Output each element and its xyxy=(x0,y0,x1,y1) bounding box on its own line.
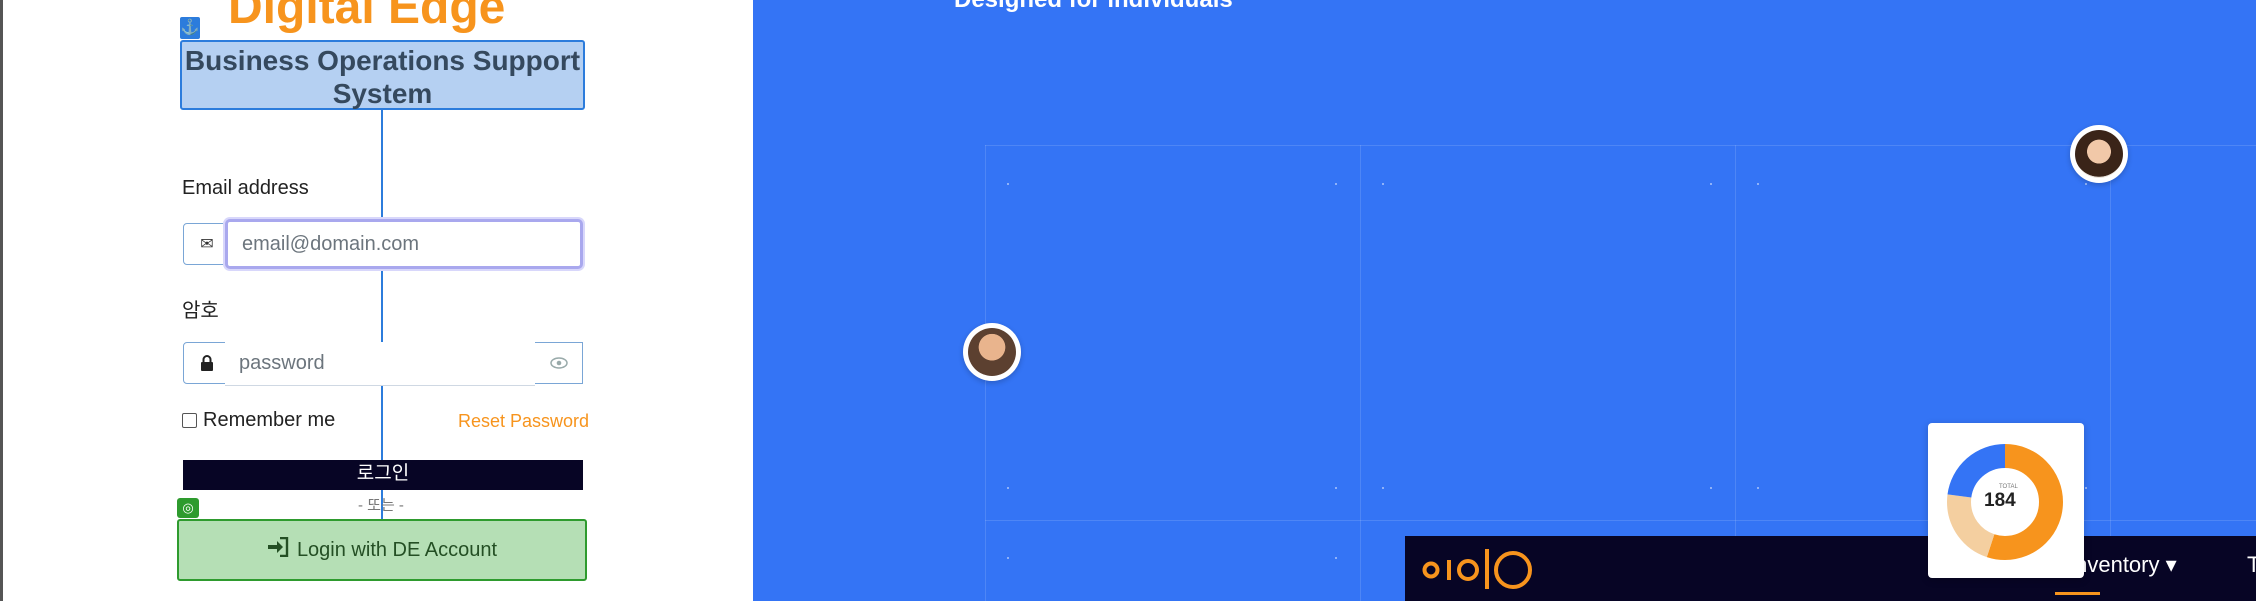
remember-me[interactable]: Remember me xyxy=(182,409,335,432)
password-placeholder: password xyxy=(239,352,325,374)
brand-title: Digital Edge xyxy=(228,0,506,34)
email-field[interactable]: email@domain.com xyxy=(225,219,583,269)
avatar xyxy=(963,323,1021,381)
nav-active-indicator xyxy=(2055,592,2100,595)
page-subtitle: Business Operations Support System xyxy=(180,40,585,110)
app-logo xyxy=(1405,544,1540,599)
de-account-login-button[interactable]: Login with DE Account xyxy=(177,519,587,581)
lock-icon xyxy=(183,342,231,384)
app-nav-bar: Inventory ▾ Ticket xyxy=(1405,536,2256,601)
reset-password-link[interactable]: Reset Password xyxy=(458,411,589,432)
login-button[interactable]: 로그인 xyxy=(183,460,583,490)
email-label: Email address xyxy=(182,177,309,199)
hero-panel: Designed for individuals xyxy=(753,0,2256,601)
eye-icon[interactable] xyxy=(535,342,583,384)
connector-line xyxy=(381,110,383,520)
nav-item-ticket[interactable]: Ticket xyxy=(2247,552,2256,578)
remember-checkbox[interactable] xyxy=(182,413,197,428)
login-panel: Digital Edge ⚓ Business Operations Suppo… xyxy=(0,0,753,601)
anchor-icon: ⚓ xyxy=(180,17,200,39)
target-icon: ◎ xyxy=(177,498,199,518)
remember-label: Remember me xyxy=(203,409,336,431)
or-divider: - 또는 - xyxy=(358,497,404,514)
donut-total-value: 184 xyxy=(1984,490,2016,511)
email-placeholder: email@domain.com xyxy=(242,232,420,255)
hero-tagline: Designed for individuals xyxy=(954,0,1233,14)
nav-item-inventory[interactable]: Inventory ▾ xyxy=(2069,552,2177,578)
envelope-icon: ✉ xyxy=(183,223,231,265)
donut-card: TOTAL 184 xyxy=(1928,423,2084,578)
password-field[interactable]: password xyxy=(225,342,535,386)
de-button-label: Login with DE Account xyxy=(296,538,498,561)
avatar xyxy=(2070,125,2128,183)
password-label: 암호 xyxy=(182,300,219,322)
sign-in-icon xyxy=(267,536,289,563)
